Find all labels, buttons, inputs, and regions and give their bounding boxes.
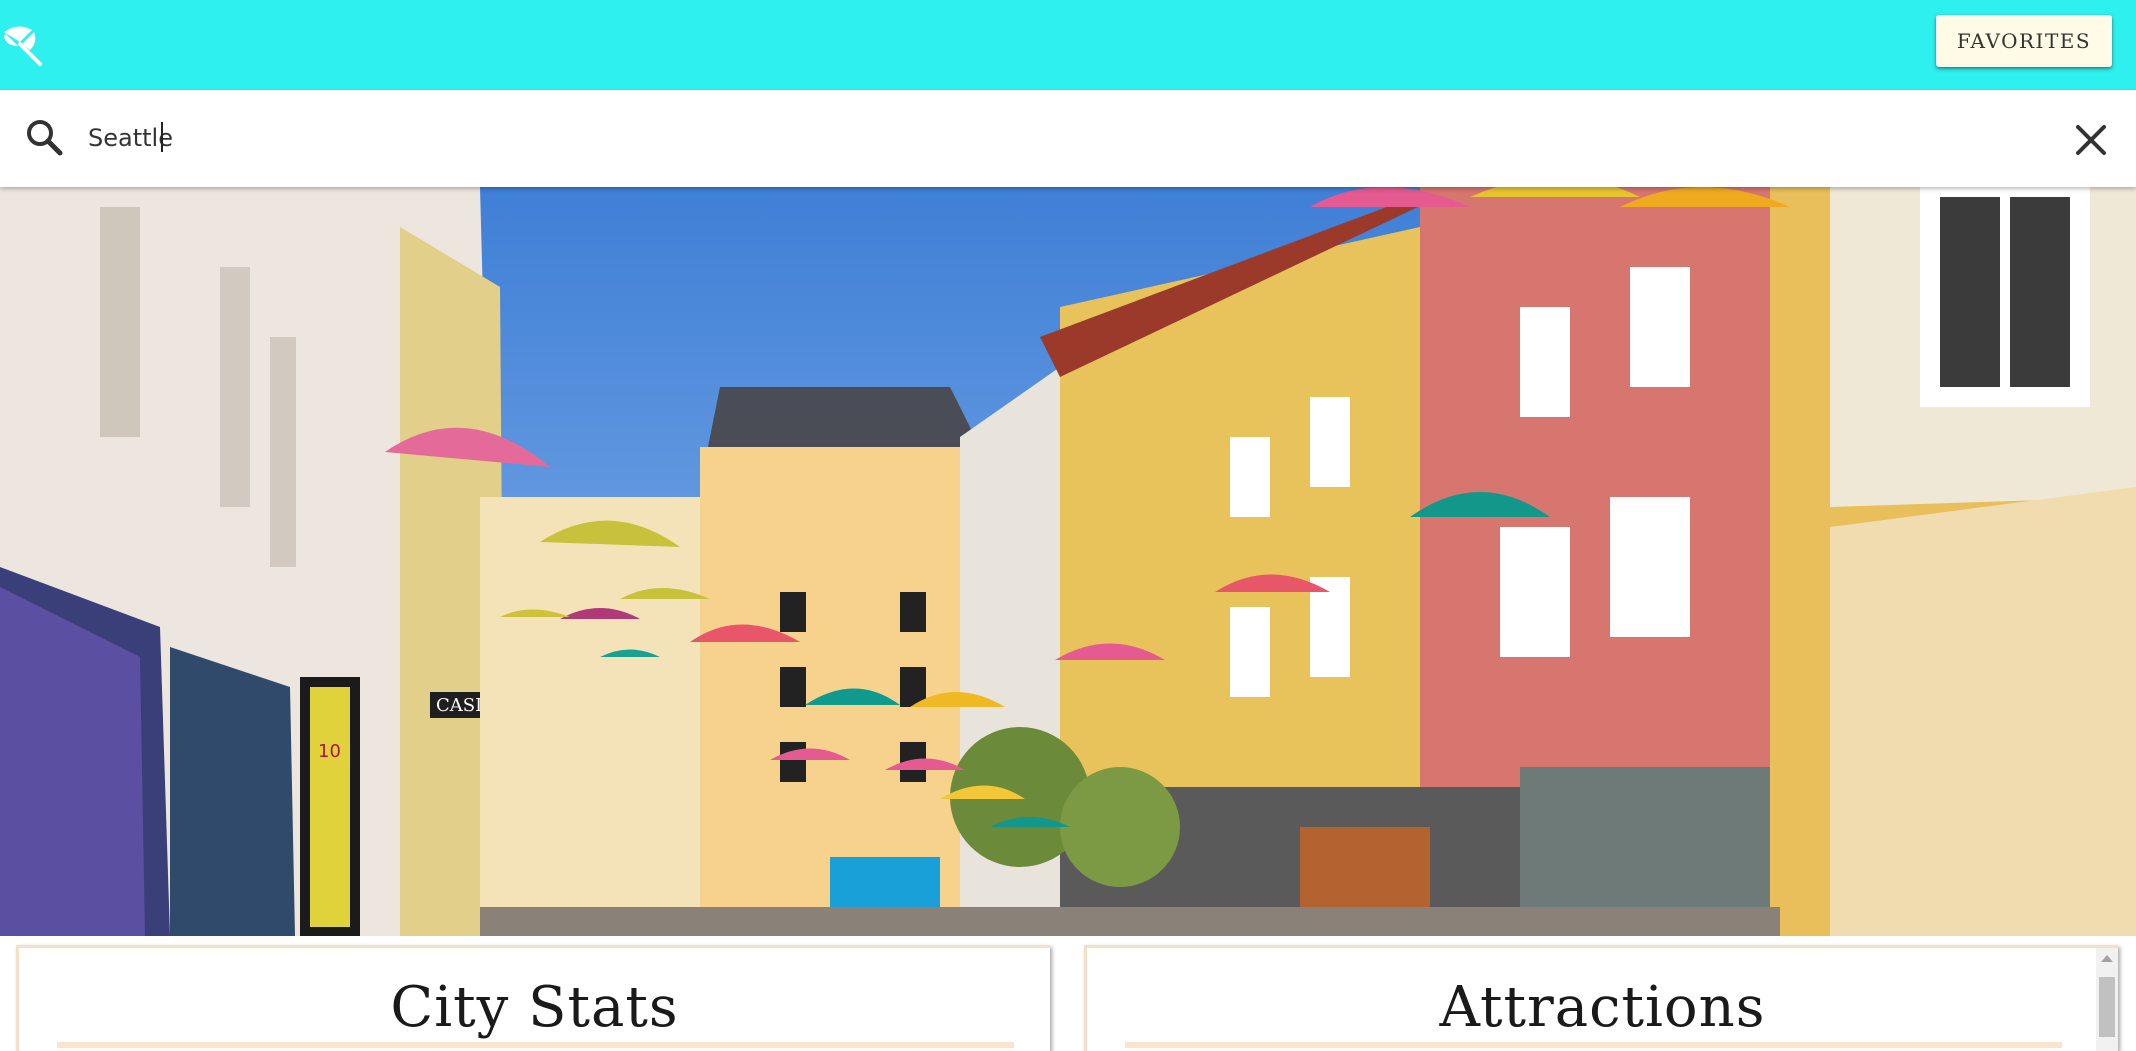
attractions-card: Attractions xyxy=(1084,945,2118,1051)
umbrella-beach-icon[interactable] xyxy=(0,20,46,66)
close-icon[interactable] xyxy=(2072,121,2110,159)
scroll-up-arrow-icon[interactable] xyxy=(2101,955,2113,962)
city-stats-title: City Stats xyxy=(390,975,679,1040)
favorites-button[interactable]: FAVORITES xyxy=(1936,15,2112,67)
title-underline xyxy=(1125,1042,2062,1048)
search-bar xyxy=(0,90,2136,187)
attractions-title: Attractions xyxy=(1439,975,1766,1040)
text-caret xyxy=(161,122,163,152)
street-umbrellas-photo: CASINO 10 xyxy=(0,187,2136,936)
search-input[interactable] xyxy=(88,114,1988,162)
title-underline xyxy=(57,1042,1014,1048)
search-icon xyxy=(27,120,63,156)
scroll-thumb[interactable] xyxy=(2099,977,2115,1037)
city-stats-card: City Stats xyxy=(16,945,1050,1051)
app-bar: FAVORITES xyxy=(0,0,2136,90)
hero-image: CASINO 10 xyxy=(0,187,2136,936)
attractions-scrollbar[interactable] xyxy=(2096,948,2118,1051)
bus-stop-number: 10 xyxy=(318,741,341,762)
